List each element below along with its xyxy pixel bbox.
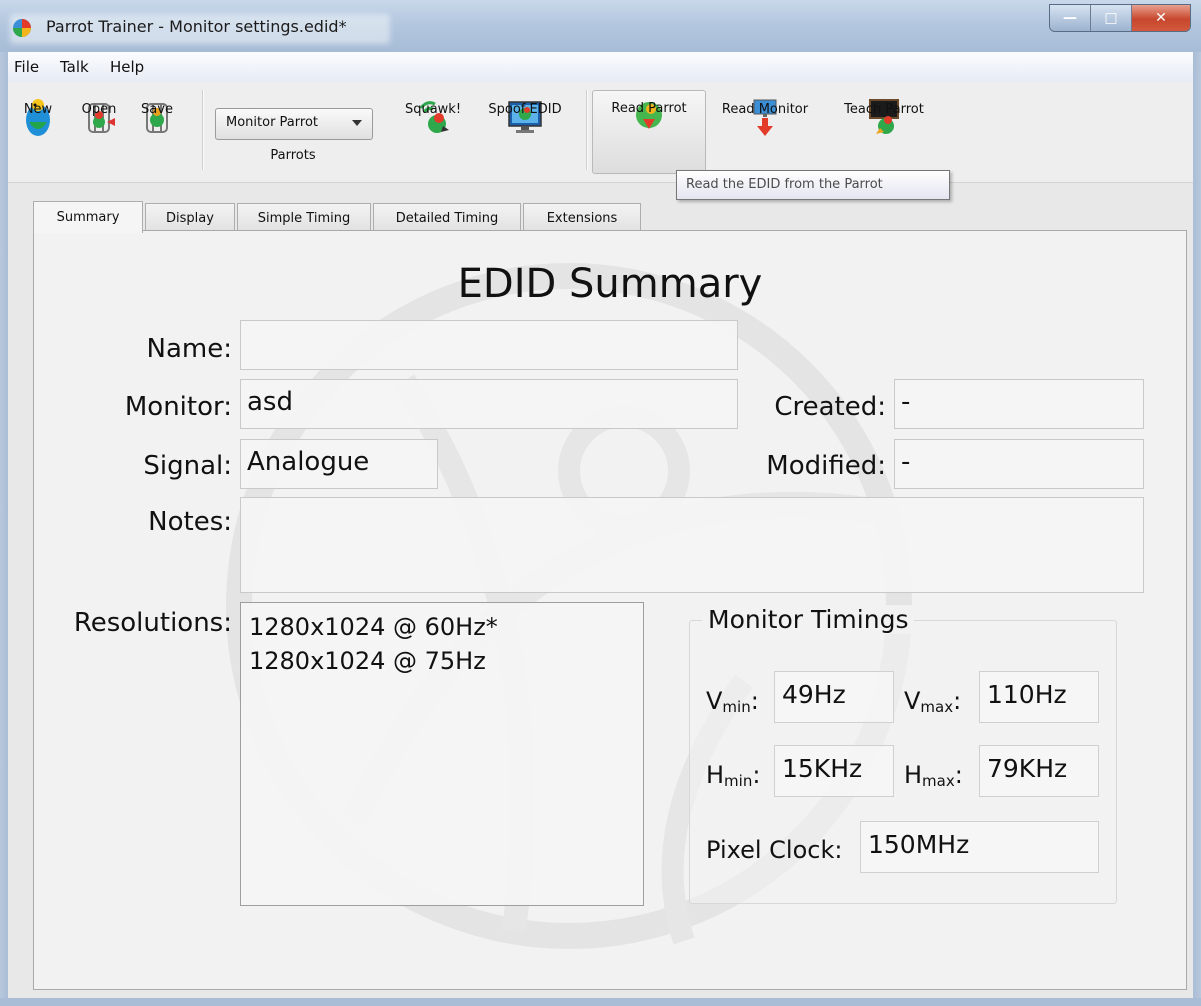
parrots-label: Parrots: [270, 148, 316, 163]
monitor-label: Monitor:: [124, 392, 232, 422]
app-icon: [13, 19, 31, 37]
window-title: Parrot Trainer - Monitor settings.edid*: [46, 17, 347, 36]
summary-panel: EDID Summary Name: Monitor: asd Created:…: [33, 230, 1187, 990]
vmin-label: Vmin:: [706, 687, 759, 716]
menu-file[interactable]: File: [14, 58, 39, 76]
created-label: Created:: [774, 392, 886, 422]
tab-summary[interactable]: Summary: [33, 201, 143, 233]
tooltip: Read the EDID from the Parrot: [676, 170, 950, 200]
close-button[interactable]: ✕: [1132, 5, 1190, 31]
save-label: Save: [141, 102, 173, 117]
toolbar: New Open Save Squawk! Spoof EDID Read Pa…: [8, 82, 1193, 183]
hmax-subscript: max: [922, 772, 955, 790]
window-frame-bottom: [0, 998, 1201, 1006]
tab-detailed-timing[interactable]: Detailed Timing: [373, 203, 521, 232]
vmax-label: Vmax:: [904, 687, 962, 716]
monitor-value: asd: [247, 387, 293, 417]
app-window: Parrot Trainer - Monitor settings.edid* …: [0, 0, 1201, 1006]
menu-bar: File Talk Help: [8, 52, 1193, 82]
notes-label: Notes:: [148, 507, 232, 537]
vmax-subscript: max: [920, 698, 954, 716]
new-label: New: [23, 102, 53, 117]
hmin-subscript: min: [724, 772, 753, 790]
monitor-field[interactable]: asd: [240, 379, 738, 429]
created-value: -: [901, 387, 911, 417]
minimize-icon: —: [1063, 10, 1077, 26]
close-icon: ✕: [1155, 10, 1167, 26]
hmin-label: Hmin:: [706, 761, 761, 790]
list-item[interactable]: 1280x1024 @ 75Hz: [249, 647, 486, 675]
hmax-letter: H: [904, 761, 923, 789]
window-controls: — □ ✕: [1049, 4, 1191, 32]
vmax-letter: V: [904, 687, 921, 715]
parrot-select-value: Monitor Parrot: [226, 115, 318, 130]
pixel-clock-value: 150MHz: [868, 830, 970, 859]
hmax-value: 79KHz: [987, 754, 1068, 783]
page-title: EDID Summary: [457, 261, 763, 307]
window-frame-right: [1193, 52, 1201, 1006]
pixel-clock-label: Pixel Clock:: [706, 836, 843, 864]
maximize-button[interactable]: □: [1091, 5, 1132, 31]
new-button[interactable]: New: [18, 92, 58, 172]
menu-talk[interactable]: Talk: [60, 58, 89, 76]
modified-value: -: [901, 447, 911, 477]
notes-field[interactable]: [240, 497, 1144, 593]
vmin-value: 49Hz: [782, 680, 846, 709]
list-item[interactable]: 1280x1024 @ 60Hz*: [249, 613, 498, 641]
window-frame-left: [0, 52, 8, 1006]
spoof-edid-label: Spoof EDID: [488, 102, 562, 117]
parrot-select[interactable]: Monitor Parrot: [215, 108, 373, 140]
vmin-field[interactable]: 49Hz: [774, 671, 894, 723]
hmin-field[interactable]: 15KHz: [774, 745, 894, 797]
tab-simple-timing[interactable]: Simple Timing: [237, 203, 371, 232]
teach-parrot-label: Teach Parrot: [844, 102, 924, 117]
name-field[interactable]: [240, 320, 738, 370]
modified-field[interactable]: -: [894, 439, 1144, 489]
teach-parrot-button[interactable]: Teach Parrot: [828, 92, 940, 172]
pixel-clock-field[interactable]: 150MHz: [860, 821, 1099, 873]
vmax-field[interactable]: 110Hz: [979, 671, 1099, 723]
signal-label: Signal:: [143, 451, 232, 481]
signal-field[interactable]: Analogue: [240, 439, 438, 489]
spoof-edid-button[interactable]: Spoof EDID: [480, 92, 570, 172]
read-monitor-button[interactable]: Read Monitor: [710, 92, 820, 172]
title-bar[interactable]: Parrot Trainer - Monitor settings.edid* …: [0, 0, 1201, 52]
squawk-label: Squawk!: [404, 102, 462, 117]
vmin-letter: V: [706, 687, 723, 715]
hmin-letter: H: [706, 761, 725, 789]
save-button[interactable]: Save: [132, 92, 182, 172]
read-parrot-label: Read Parrot: [611, 101, 687, 116]
signal-value: Analogue: [247, 447, 370, 477]
hmin-value: 15KHz: [782, 754, 863, 783]
modified-label: Modified:: [766, 451, 886, 481]
chevron-down-icon: [352, 120, 362, 126]
resolutions-list[interactable]: 1280x1024 @ 60Hz* 1280x1024 @ 75Hz: [240, 602, 644, 906]
minimize-button[interactable]: —: [1050, 5, 1091, 31]
vmax-value: 110Hz: [987, 680, 1067, 709]
name-label: Name:: [146, 334, 232, 364]
read-monitor-label: Read Monitor: [721, 102, 809, 117]
toolbar-separator: [586, 90, 588, 170]
menu-help[interactable]: Help: [110, 58, 144, 76]
hmax-field[interactable]: 79KHz: [979, 745, 1099, 797]
toolbar-separator: [202, 90, 204, 170]
open-button[interactable]: Open: [74, 92, 124, 172]
tab-display[interactable]: Display: [145, 203, 235, 232]
tab-extensions[interactable]: Extensions: [523, 203, 641, 232]
maximize-icon: □: [1104, 10, 1118, 26]
vmin-subscript: min: [722, 698, 751, 716]
read-parrot-button[interactable]: Read Parrot: [592, 90, 706, 174]
resolutions-label: Resolutions:: [73, 608, 232, 638]
tooltip-text: Read the EDID from the Parrot: [686, 177, 883, 192]
hmax-label: Hmax:: [904, 761, 963, 790]
open-label: Open: [81, 102, 117, 117]
monitor-timings-title: Monitor Timings: [702, 605, 915, 634]
created-field[interactable]: -: [894, 379, 1144, 429]
squawk-button[interactable]: Squawk!: [398, 92, 468, 172]
